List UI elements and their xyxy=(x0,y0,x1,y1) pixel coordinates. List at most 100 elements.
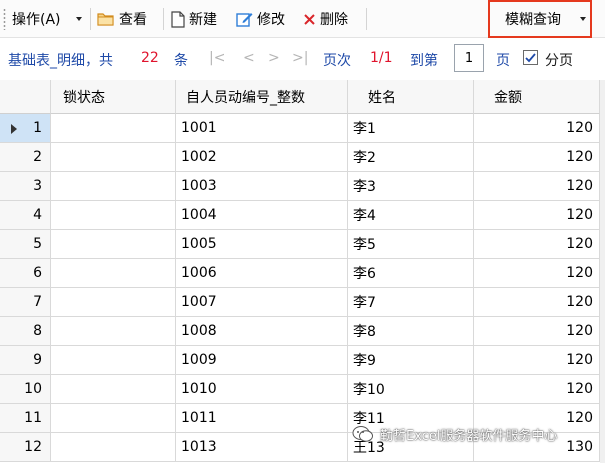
cell-lock-status[interactable] xyxy=(51,259,176,288)
cell-name[interactable]: 李1 xyxy=(348,114,474,143)
delete-label: 删除 xyxy=(320,12,348,28)
cell-name[interactable]: 李9 xyxy=(348,346,474,375)
first-page-button[interactable]: |< xyxy=(209,50,225,66)
row-number[interactable]: 6 xyxy=(0,259,51,288)
paginate-label: 分页 xyxy=(545,53,573,69)
cell-employee-id[interactable]: 1013 xyxy=(176,433,348,462)
row-number[interactable]: 12 xyxy=(0,433,51,462)
column-header-id[interactable]: 自人员动编号_整数 xyxy=(176,80,348,114)
cell-employee-id[interactable]: 1006 xyxy=(176,259,348,288)
row-number[interactable]: 9 xyxy=(0,346,51,375)
row-number[interactable]: 11 xyxy=(0,404,51,433)
cell-lock-status[interactable] xyxy=(51,346,176,375)
table-row[interactable]: 2 1002 李2 120 xyxy=(0,143,600,172)
cell-lock-status[interactable] xyxy=(51,317,176,346)
goto-label: 到第 xyxy=(410,53,438,69)
cell-name[interactable]: 李6 xyxy=(348,259,474,288)
column-header-lock[interactable]: 锁状态 xyxy=(51,80,176,114)
paginate-checkbox[interactable] xyxy=(523,50,538,65)
goto-page-input[interactable] xyxy=(454,44,484,72)
pencil-icon xyxy=(236,12,253,27)
toolbar-grip[interactable] xyxy=(3,8,6,30)
cell-employee-id[interactable]: 1005 xyxy=(176,230,348,259)
column-header-name[interactable]: 姓名 xyxy=(348,80,474,114)
cell-employee-id[interactable]: 1008 xyxy=(176,317,348,346)
row-number[interactable]: 1 xyxy=(0,114,51,143)
row-number[interactable]: 10 xyxy=(0,375,51,404)
wechat-icon xyxy=(352,426,373,442)
row-number[interactable]: 3 xyxy=(0,172,51,201)
row-number[interactable]: 8 xyxy=(0,317,51,346)
row-number[interactable]: 7 xyxy=(0,288,51,317)
table-row[interactable]: 10 1010 李10 120 xyxy=(0,375,600,404)
cell-lock-status[interactable] xyxy=(51,404,176,433)
cell-amount[interactable]: 120 xyxy=(474,259,600,288)
document-icon xyxy=(171,10,185,28)
new-label: 新建 xyxy=(189,12,217,28)
cell-employee-id[interactable]: 1002 xyxy=(176,143,348,172)
header-row: 锁状态 自人员动编号_整数 姓名 金额 xyxy=(0,80,600,114)
caret-down-icon[interactable] xyxy=(76,17,82,21)
column-header-amount[interactable]: 金额 xyxy=(474,80,600,114)
delete-button[interactable]: 删除 xyxy=(303,7,348,31)
cell-employee-id[interactable]: 1010 xyxy=(176,375,348,404)
cell-amount[interactable]: 120 xyxy=(474,288,600,317)
table-row[interactable]: 6 1006 李6 120 xyxy=(0,259,600,288)
pager-bar: 基础表_明细，共 22 条 |< < > >| 页次 1/1 到第 页 分页 xyxy=(0,38,605,80)
cell-employee-id[interactable]: 1003 xyxy=(176,172,348,201)
row-number[interactable]: 5 xyxy=(0,230,51,259)
table-row[interactable]: 1 1001 李1 120 xyxy=(0,114,600,143)
last-page-button[interactable]: >| xyxy=(292,50,308,66)
cell-amount[interactable]: 120 xyxy=(474,346,600,375)
cell-name[interactable]: 李7 xyxy=(348,288,474,317)
table-row[interactable]: 3 1003 李3 120 xyxy=(0,172,600,201)
new-button[interactable]: 新建 xyxy=(171,7,217,31)
cell-name[interactable]: 李2 xyxy=(348,143,474,172)
cell-lock-status[interactable] xyxy=(51,143,176,172)
cell-amount[interactable]: 120 xyxy=(474,172,600,201)
operate-menu-button[interactable]: 操作(A) xyxy=(12,7,61,31)
cell-employee-id[interactable]: 1009 xyxy=(176,346,348,375)
cell-employee-id[interactable]: 1007 xyxy=(176,288,348,317)
cell-amount[interactable]: 120 xyxy=(474,317,600,346)
cell-name[interactable]: 李10 xyxy=(348,375,474,404)
table-row[interactable]: 7 1007 李7 120 xyxy=(0,288,600,317)
cell-employee-id[interactable]: 1011 xyxy=(176,404,348,433)
row-number[interactable]: 2 xyxy=(0,143,51,172)
cell-name[interactable]: 李4 xyxy=(348,201,474,230)
table-row[interactable]: 8 1008 李8 120 xyxy=(0,317,600,346)
cell-lock-status[interactable] xyxy=(51,375,176,404)
cell-amount[interactable]: 120 xyxy=(474,143,600,172)
caret-down-icon[interactable] xyxy=(580,17,586,21)
edit-label: 修改 xyxy=(257,12,285,28)
cell-employee-id[interactable]: 1004 xyxy=(176,201,348,230)
cell-amount[interactable]: 120 xyxy=(474,230,600,259)
cell-name[interactable]: 李5 xyxy=(348,230,474,259)
cell-name[interactable]: 李3 xyxy=(348,172,474,201)
next-page-button[interactable]: > xyxy=(268,50,280,66)
cell-lock-status[interactable] xyxy=(51,433,176,462)
cell-lock-status[interactable] xyxy=(51,230,176,259)
view-button[interactable]: 查看 xyxy=(97,7,147,31)
edit-button[interactable]: 修改 xyxy=(236,7,285,31)
page-label: 页次 xyxy=(323,53,351,69)
cell-lock-status[interactable] xyxy=(51,288,176,317)
cell-amount[interactable]: 120 xyxy=(474,114,600,143)
table-row[interactable]: 5 1005 李5 120 xyxy=(0,230,600,259)
cell-lock-status[interactable] xyxy=(51,114,176,143)
cell-amount[interactable]: 120 xyxy=(474,375,600,404)
row-number[interactable]: 4 xyxy=(0,201,51,230)
table-row[interactable]: 4 1004 李4 120 xyxy=(0,201,600,230)
operate-menu-label: 操作(A) xyxy=(12,12,61,28)
cell-amount[interactable]: 120 xyxy=(474,201,600,230)
cell-lock-status[interactable] xyxy=(51,172,176,201)
table-row[interactable]: 9 1009 李9 120 xyxy=(0,346,600,375)
watermark-text: 勤哲Excel服务器软件服务中心 xyxy=(380,428,558,444)
view-label: 查看 xyxy=(119,12,147,28)
prev-page-button[interactable]: < xyxy=(243,50,255,66)
toolbar-separator xyxy=(90,8,91,30)
cell-name[interactable]: 李8 xyxy=(348,317,474,346)
cell-lock-status[interactable] xyxy=(51,201,176,230)
vertical-scrollbar[interactable] xyxy=(600,80,605,463)
cell-employee-id[interactable]: 1001 xyxy=(176,114,348,143)
